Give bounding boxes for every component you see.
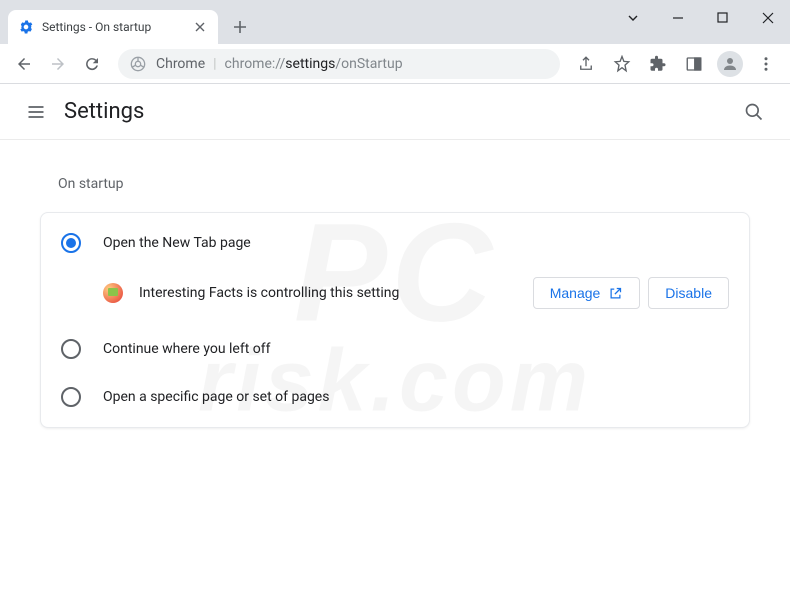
external-link-icon xyxy=(608,286,623,301)
window-controls xyxy=(610,0,790,35)
window-titlebar: Settings - On startup xyxy=(0,0,790,44)
extension-icon xyxy=(103,283,123,303)
share-icon[interactable] xyxy=(570,48,602,80)
tab-title: Settings - On startup xyxy=(42,20,151,34)
close-tab-icon[interactable] xyxy=(192,19,208,35)
extension-controlled-notice: Interesting Facts is controlling this se… xyxy=(41,267,749,325)
chevron-down-icon[interactable] xyxy=(610,0,655,35)
minimize-button[interactable] xyxy=(655,0,700,35)
new-tab-button[interactable] xyxy=(226,13,254,41)
forward-button[interactable] xyxy=(42,48,74,80)
disable-button[interactable]: Disable xyxy=(648,277,729,309)
manage-label: Manage xyxy=(550,285,601,301)
maximize-button[interactable] xyxy=(700,0,745,35)
address-bar[interactable]: Chrome | chrome://settings/onStartup xyxy=(118,49,560,79)
radio-label: Continue where you left off xyxy=(103,341,271,357)
chrome-icon xyxy=(130,56,146,72)
profile-button[interactable] xyxy=(714,48,746,80)
radio-specific-pages[interactable]: Open a specific page or set of pages xyxy=(41,373,749,421)
radio-open-new-tab[interactable]: Open the New Tab page xyxy=(41,219,749,267)
avatar-icon xyxy=(717,51,743,77)
omnibox-url-scheme: chrome:// xyxy=(225,56,286,72)
notice-actions: Manage Disable xyxy=(533,277,729,309)
radio-label: Open the New Tab page xyxy=(103,235,251,251)
startup-card: Open the New Tab page Interesting Facts … xyxy=(40,212,750,428)
browser-tab[interactable]: Settings - On startup xyxy=(8,10,218,44)
radio-unselected-icon[interactable] xyxy=(61,339,81,359)
menu-icon[interactable] xyxy=(750,48,782,80)
extensions-icon[interactable] xyxy=(642,48,674,80)
omnibox-url-rest: /onStartup xyxy=(335,56,402,72)
sidepanel-icon[interactable] xyxy=(678,48,710,80)
omnibox-url-path: settings xyxy=(285,56,335,72)
settings-header: Settings xyxy=(0,84,790,140)
omnibox-separator: | xyxy=(213,56,216,72)
page-title: Settings xyxy=(64,99,144,124)
hamburger-menu-icon[interactable] xyxy=(16,92,56,132)
gear-icon xyxy=(18,19,34,35)
bookmark-icon[interactable] xyxy=(606,48,638,80)
browser-toolbar: Chrome | chrome://settings/onStartup xyxy=(0,44,790,84)
reload-button[interactable] xyxy=(76,48,108,80)
search-icon[interactable] xyxy=(734,92,774,132)
radio-label: Open a specific page or set of pages xyxy=(103,389,329,405)
notice-text: Interesting Facts is controlling this se… xyxy=(139,285,399,301)
close-window-button[interactable] xyxy=(745,0,790,35)
section-title: On startup xyxy=(58,176,750,192)
settings-content: On startup Open the New Tab page Interes… xyxy=(0,140,790,452)
omnibox-scheme-label: Chrome xyxy=(156,56,205,72)
toolbar-actions xyxy=(570,48,782,80)
manage-button[interactable]: Manage xyxy=(533,277,641,309)
radio-selected-icon[interactable] xyxy=(61,233,81,253)
radio-continue[interactable]: Continue where you left off xyxy=(41,325,749,373)
disable-label: Disable xyxy=(665,285,712,301)
radio-unselected-icon[interactable] xyxy=(61,387,81,407)
back-button[interactable] xyxy=(8,48,40,80)
